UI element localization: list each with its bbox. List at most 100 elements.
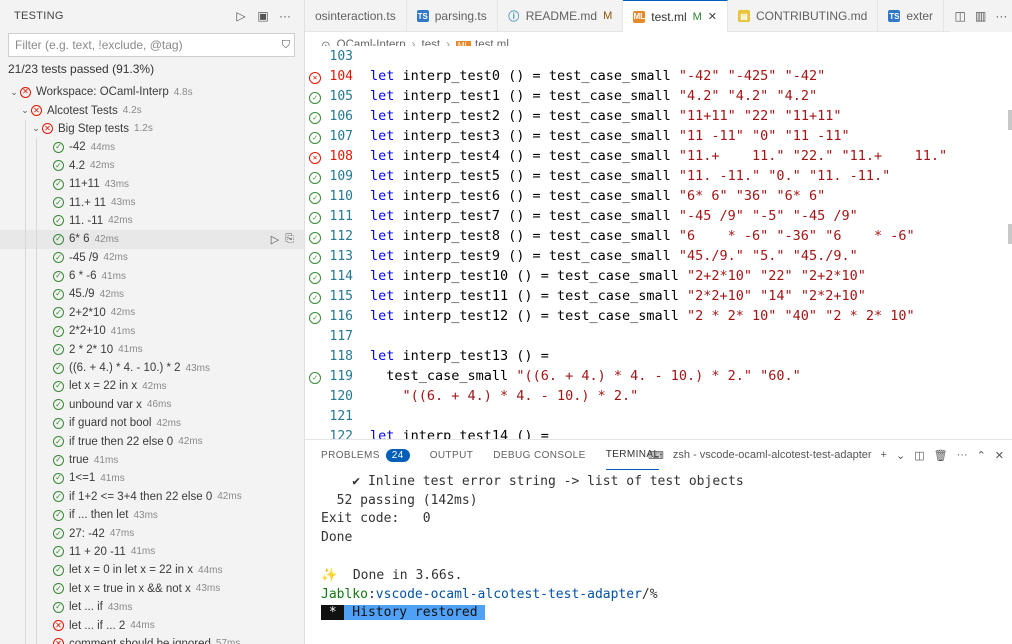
more-icon[interactable]: ··· (995, 9, 1007, 23)
test-tree-item[interactable]: ✓ if true then 22 else 0 42ms (0, 432, 304, 451)
test-tree-item[interactable]: ✓ 2+2*10 42ms (0, 303, 304, 323)
go-to-test-icon[interactable]: ⎘ (285, 233, 294, 246)
close-tab-icon[interactable]: ✕ (708, 10, 717, 23)
test-tree-item[interactable]: ✓ -45 /9 42ms (0, 248, 304, 267)
indent-guide (25, 414, 26, 433)
gutter-pass-icon[interactable]: ✓ (309, 131, 321, 144)
test-tree-item[interactable]: ✓ -42 44ms (0, 138, 304, 157)
test-tree-item[interactable]: ✕ let ... if ... 2 44ms (0, 616, 304, 635)
test-tree-item[interactable]: ✓ 6* 6 42ms ▷ ⎘ (0, 230, 304, 249)
code-line: ✓ 114 let interp_test10 () = test_case_sma… (305, 266, 1012, 286)
test-tree-item[interactable]: ✓ 2*2+10 41ms (0, 322, 304, 341)
test-duration: 47ms (109, 528, 135, 540)
gutter-fail-icon[interactable]: ✕ (309, 151, 321, 164)
editor-scrollbar[interactable] (1002, 46, 1012, 439)
gutter-pass-icon[interactable]: ✓ (309, 251, 321, 264)
test-tree-item[interactable]: ✓ ((6. + 4.) * 4. - 10.) * 2 43ms (0, 358, 304, 378)
split-terminal-icon[interactable]: ◫ (914, 449, 924, 462)
dropdown-icon[interactable]: ⌄ (896, 449, 905, 462)
test-tree-item[interactable]: ✓ 1<=1 41ms (0, 469, 304, 488)
editor-tab[interactable]: osinteraction.ts (305, 0, 407, 32)
line-number: 122 (329, 428, 353, 440)
indent-guide (25, 450, 26, 470)
terminal[interactable]: ✔ Inline test error string -> list of te… (305, 470, 1012, 644)
more-icon[interactable]: ··· (957, 449, 968, 461)
filter-funnel-icon[interactable]: ⛉ (282, 39, 290, 52)
filter-input[interactable] (15, 38, 282, 52)
test-tree-item[interactable]: ✓ 11.+ 11 43ms (0, 193, 304, 212)
line-number: ✓ 115 (305, 289, 353, 304)
test-tree-item[interactable]: ✓ let ... if 43ms (0, 597, 304, 617)
gutter-pass-icon[interactable]: ✓ (309, 231, 321, 244)
indent-guide (25, 524, 26, 543)
new-terminal-icon[interactable]: + (881, 449, 887, 461)
editor-tab[interactable]: TS parsing.ts (407, 0, 498, 32)
gutter-pass-icon[interactable]: ✓ (309, 371, 321, 384)
test-duration: 41ms (118, 344, 143, 356)
layout-icon[interactable]: ▥ (975, 9, 986, 23)
split-editor-icon[interactable]: ◫ (955, 9, 966, 23)
editor-tab[interactable]: TS exter (878, 0, 945, 32)
gutter-pass-icon[interactable]: ✓ (309, 311, 321, 324)
line-number: ✓ 105 (305, 89, 353, 104)
test-tree-item[interactable]: ✓ 11. -11 42ms (0, 211, 304, 231)
close-panel-icon[interactable]: ✕ (995, 449, 1004, 462)
line-number: ✓ 111 (305, 209, 353, 224)
test-tree-item[interactable]: ✓ 45./9 42ms (0, 285, 304, 304)
run-test-icon[interactable]: ▷ (271, 233, 279, 246)
chevron-down-icon[interactable]: ⌄ (19, 105, 31, 116)
test-tree-item[interactable]: ✕ comment should be ignored 57ms (0, 634, 304, 644)
test-label: if 1+2 <= 3+4 then 22 else 0 (69, 490, 213, 503)
pass-check-icon: ✓ (53, 509, 64, 521)
gutter-pass-icon[interactable]: ✓ (309, 91, 321, 104)
terminal-name[interactable]: zsh - vscode-ocaml-alcotest-test-adapter (673, 449, 872, 461)
gutter-pass-icon[interactable]: ✓ (309, 271, 321, 284)
test-duration: 42ms (108, 215, 133, 227)
test-tree-item[interactable]: ✓ if guard not bool 42ms (0, 414, 304, 433)
test-tree-item[interactable]: ✓ unbound var x 46ms (0, 395, 304, 415)
editor-tab[interactable]: ▤ CONTRIBUTING.md (728, 0, 879, 32)
test-tree-item[interactable]: ✓ let x = 22 in x 42ms (0, 377, 304, 396)
test-tree-item[interactable]: ✓ if 1+2 <= 3+4 then 22 else 0 42ms (0, 487, 304, 506)
test-tree-item[interactable]: ✓ let x = true in x && not x 43ms (0, 579, 304, 598)
trash-icon[interactable]: 🗑 (934, 449, 948, 462)
file-type-icon: ▤ (738, 10, 750, 22)
code-text: let interp_test14 () = (370, 428, 549, 439)
code-line: ✓ 105 let interp_test1 () = test_case_smal… (305, 86, 1012, 106)
test-tree-item[interactable]: ⌄ ✕ Alcotest Tests 4.2s (0, 101, 304, 119)
run-tests-icon[interactable]: ▷ (230, 5, 252, 27)
panel-tab[interactable]: DEBUG CONSOLE (493, 440, 585, 470)
indent-guide (36, 450, 37, 470)
test-tree-item[interactable]: ✓ 2 * 2* 10 41ms (0, 340, 304, 359)
test-tree-item[interactable]: ✓ if ... then let 43ms (0, 505, 304, 525)
test-tree-item[interactable]: ⌄ ✕ Big Step tests 1.2s (0, 119, 304, 139)
maximize-icon[interactable]: ⌃ (977, 449, 986, 462)
gutter-pass-icon[interactable]: ✓ (309, 111, 321, 124)
more-actions-icon[interactable]: ··· (274, 5, 296, 27)
chevron-down-icon[interactable]: ⌄ (30, 123, 42, 134)
indent-guide (25, 561, 26, 580)
gutter-fail-icon[interactable]: ✕ (309, 71, 321, 84)
gutter-pass-icon[interactable]: ✓ (309, 191, 321, 204)
editor-tab[interactable]: ML test.ml M ✕ (623, 0, 728, 32)
chevron-down-icon[interactable]: ⌄ (8, 87, 20, 98)
test-tree-item[interactable]: ✓ 6 * -6 41ms (0, 266, 304, 286)
test-tree-item[interactable]: ✓ 11 + 20 -11 41ms (0, 542, 304, 562)
test-tree-item[interactable]: ✓ true 41ms (0, 450, 304, 470)
panel-tab[interactable]: OUTPUT (430, 440, 474, 470)
test-filter[interactable]: ⛉ (8, 33, 295, 57)
panel-layout-icon[interactable]: ▣ (252, 5, 274, 27)
test-duration: 42ms (217, 491, 242, 503)
gutter-pass-icon[interactable]: ✓ (309, 291, 321, 304)
test-tree-item[interactable]: ⌄ ✕ Workspace: OCaml-Interp 4.8s (0, 83, 304, 101)
test-tree-item[interactable]: ✓ let x = 0 in let x = 22 in x 44ms (0, 561, 304, 580)
test-tree-item[interactable]: ✓ 11+11 43ms (0, 174, 304, 194)
panel-tab[interactable]: PROBLEMS 24 (321, 440, 410, 470)
test-tree-item[interactable]: ✓ 4.2 42ms (0, 156, 304, 175)
gutter-pass-icon[interactable]: ✓ (309, 171, 321, 184)
gutter-pass-icon[interactable]: ✓ (309, 211, 321, 224)
test-duration: 43ms (110, 197, 136, 209)
test-tree-item[interactable]: ✓ 27: -42 47ms (0, 524, 304, 543)
editor-tab[interactable]: ⓘ README.md M (498, 0, 624, 32)
code-editor[interactable]: 103 ✕ 104 let interp_test0 () = test_case_s… (305, 46, 1012, 439)
